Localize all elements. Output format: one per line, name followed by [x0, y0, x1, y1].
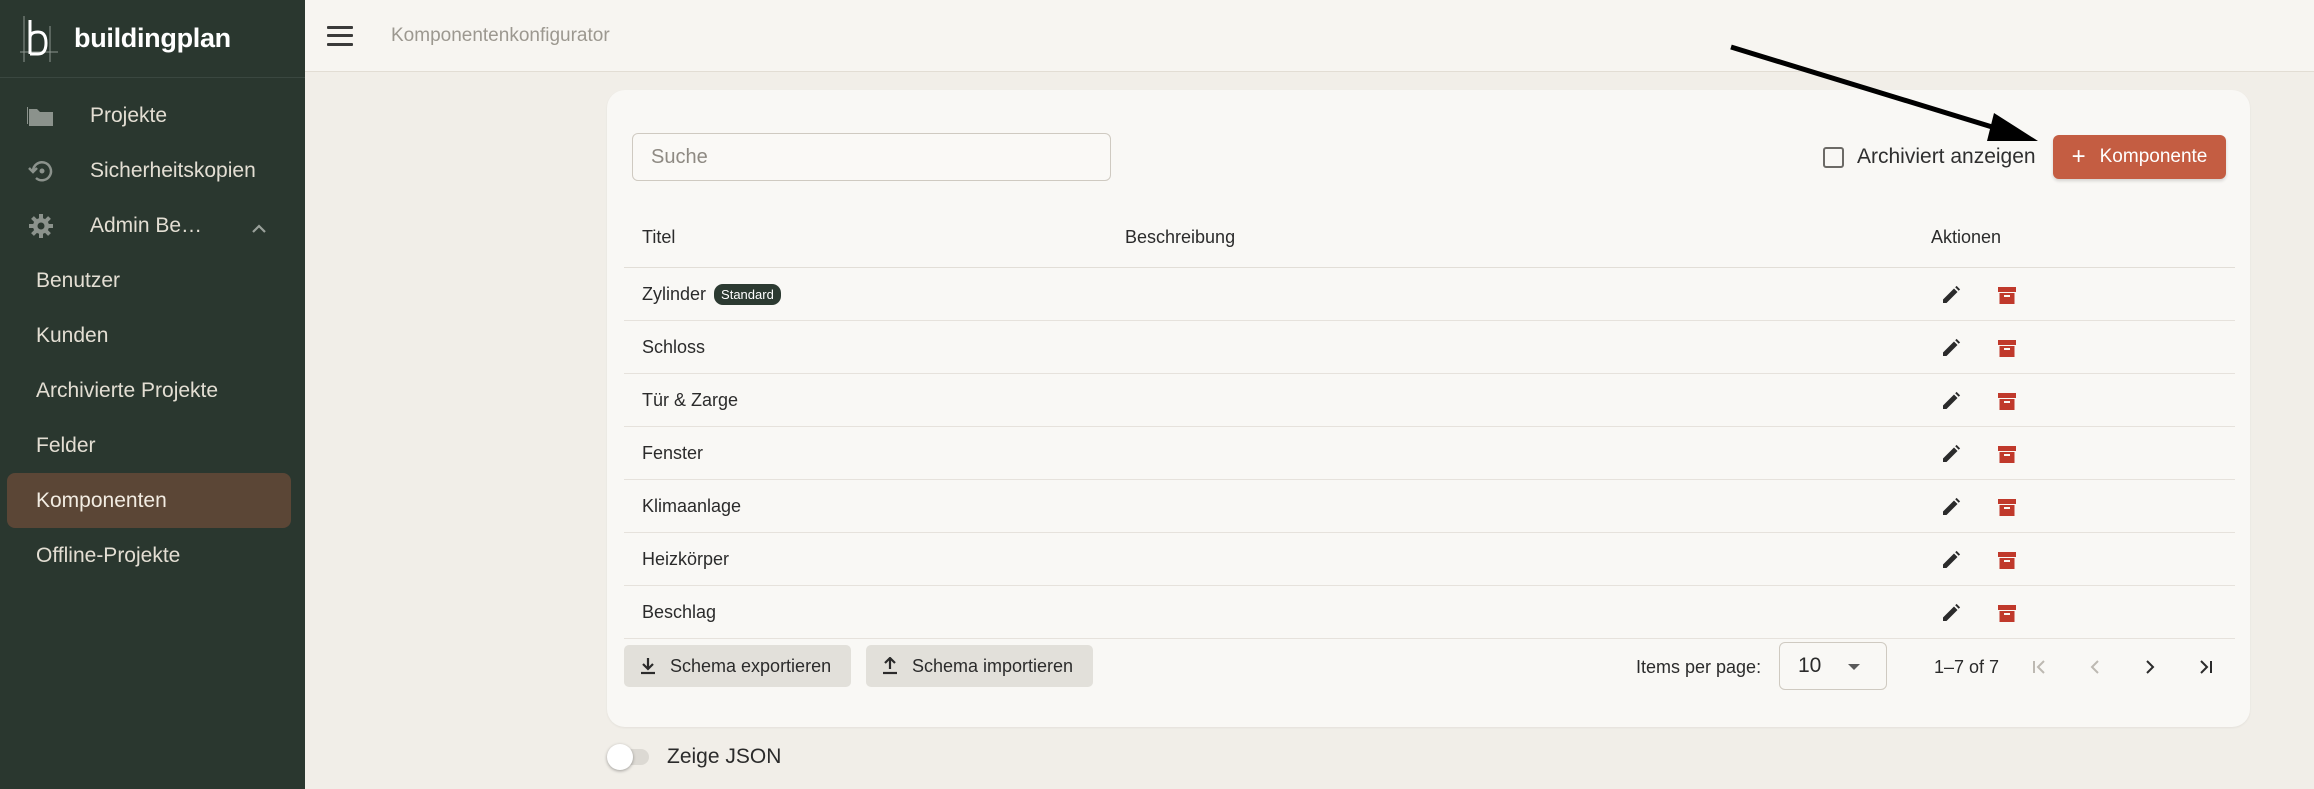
sidebar-nav: Projekte Sicherheitskopien Admin Be… Ben… [0, 78, 305, 583]
plus-icon: + [2071, 143, 2086, 170]
row-title: Tür & Zarge [642, 389, 739, 410]
row-title: Heizkörper [642, 548, 730, 569]
column-header-actions: Aktionen [1931, 226, 2002, 247]
upload-icon [882, 657, 898, 675]
sidebar-item-admin[interactable]: Admin Be… [0, 198, 305, 253]
search-input[interactable] [632, 133, 1111, 181]
components-card: Archiviert anzeigen + Komponente Titel B… [607, 90, 2250, 727]
items-per-page-value: 10 [1798, 654, 1822, 677]
show-json-label: Zeige JSON [667, 745, 782, 768]
column-header-title[interactable]: Titel [642, 227, 675, 248]
row-title: Fenster [642, 442, 704, 463]
sidebar-item-offline-projekte[interactable]: Offline-Projekte [7, 528, 291, 583]
chevron-up-icon[interactable] [251, 216, 267, 240]
sidebar-item-komponenten[interactable]: Komponenten [7, 473, 291, 528]
table-footer: Schema exportieren Schema importieren It… [624, 628, 2235, 690]
table-row[interactable]: Schloss [624, 321, 2235, 374]
show-archived-label: Archiviert anzeigen [1857, 145, 2036, 168]
import-schema-label: Schema importieren [912, 655, 1074, 676]
show-archived-toggle[interactable]: Archiviert anzeigen [1823, 145, 2036, 169]
import-schema-button[interactable]: Schema importieren [866, 645, 1094, 687]
add-component-label: Komponente [2099, 146, 2208, 167]
table-row[interactable]: Heizkörper [624, 533, 2235, 586]
brand[interactable]: buildingplan [0, 0, 305, 78]
hamburger-menu-icon[interactable] [327, 25, 353, 46]
archive-icon[interactable] [1996, 496, 2018, 518]
brand-name: buildingplan [74, 23, 231, 53]
sidebar-item-label: Sicherheitskopien [90, 158, 256, 182]
sidebar: buildingplan Projekte Sicherheitskopien … [0, 0, 305, 789]
column-header-description[interactable]: Beschreibung [1125, 227, 1235, 248]
items-per-page-label: Items per page: [1636, 657, 1762, 677]
archive-icon[interactable] [1996, 337, 2018, 359]
previous-page-icon[interactable] [2084, 656, 2106, 678]
sidebar-item-archivierte-projekte[interactable]: Archivierte Projekte [7, 363, 291, 418]
table-header: Titel Beschreibung Aktionen [624, 207, 2235, 268]
add-component-button[interactable]: + Komponente [2053, 135, 2226, 179]
sidebar-item-benutzer[interactable]: Benutzer [7, 253, 291, 308]
folder-icon [26, 101, 56, 131]
first-page-icon[interactable] [2029, 656, 2051, 678]
edit-icon[interactable] [1940, 337, 1962, 359]
breadcrumb: Komponentenkonfigurator [391, 24, 610, 46]
row-title: Beschlag [642, 601, 717, 622]
export-schema-button[interactable]: Schema exportieren [624, 645, 852, 687]
show-archived-checkbox[interactable] [1823, 146, 1844, 168]
edit-icon[interactable] [1940, 443, 1962, 465]
next-page-icon[interactable] [2139, 656, 2161, 678]
archive-icon[interactable] [1996, 390, 2018, 412]
sidebar-item-sicherheitskopien[interactable]: Sicherheitskopien [0, 143, 305, 198]
edit-icon[interactable] [1940, 602, 1962, 624]
sidebar-item-projekte[interactable]: Projekte [0, 88, 305, 143]
buildingplan-logo-icon [20, 15, 58, 62]
show-json-toggle[interactable]: Zeige JSON [607, 744, 782, 770]
pagination-range: 1–7 of 7 [1934, 657, 2000, 677]
row-title: Zylinder Standard [642, 283, 781, 305]
archive-icon[interactable] [1996, 443, 2018, 465]
archive-icon[interactable] [1996, 549, 2018, 571]
row-title: Schloss [642, 336, 706, 357]
download-icon [640, 657, 656, 675]
components-table: Titel Beschreibung Aktionen Zylinder Stan… [624, 207, 2235, 639]
switch-knob [607, 744, 633, 770]
archive-icon[interactable] [1996, 602, 2018, 624]
last-page-icon[interactable] [2194, 656, 2216, 678]
edit-icon[interactable] [1940, 284, 1962, 306]
edit-icon[interactable] [1940, 390, 1962, 412]
sidebar-item-felder[interactable]: Felder [7, 418, 291, 473]
sidebar-item-label: Admin Be… [90, 213, 203, 237]
table-row[interactable]: Zylinder Standard [624, 268, 2235, 321]
edit-icon[interactable] [1940, 496, 1962, 518]
edit-icon[interactable] [1940, 549, 1962, 571]
row-title: Klimaanlage [642, 495, 742, 516]
show-json-switch[interactable] [607, 744, 651, 770]
sidebar-item-label: Projekte [90, 103, 168, 127]
sidebar-item-kunden[interactable]: Kunden [7, 308, 291, 363]
table-row[interactable]: Fenster [624, 427, 2235, 480]
dropdown-caret-icon [1848, 664, 1860, 670]
items-per-page-select[interactable]: 10 [1779, 642, 1887, 690]
export-schema-label: Schema exportieren [670, 655, 832, 676]
gear-icon [26, 211, 56, 241]
table-row[interactable]: Tür & Zarge [624, 374, 2235, 427]
table-row[interactable]: Klimaanlage [624, 480, 2235, 533]
topbar: Komponentenkonfigurator [305, 0, 2314, 72]
archive-icon[interactable] [1996, 284, 2018, 306]
row-title-text: Zylinder [642, 283, 707, 304]
standard-badge: Standard [714, 283, 781, 305]
backup-restore-icon [26, 156, 56, 186]
